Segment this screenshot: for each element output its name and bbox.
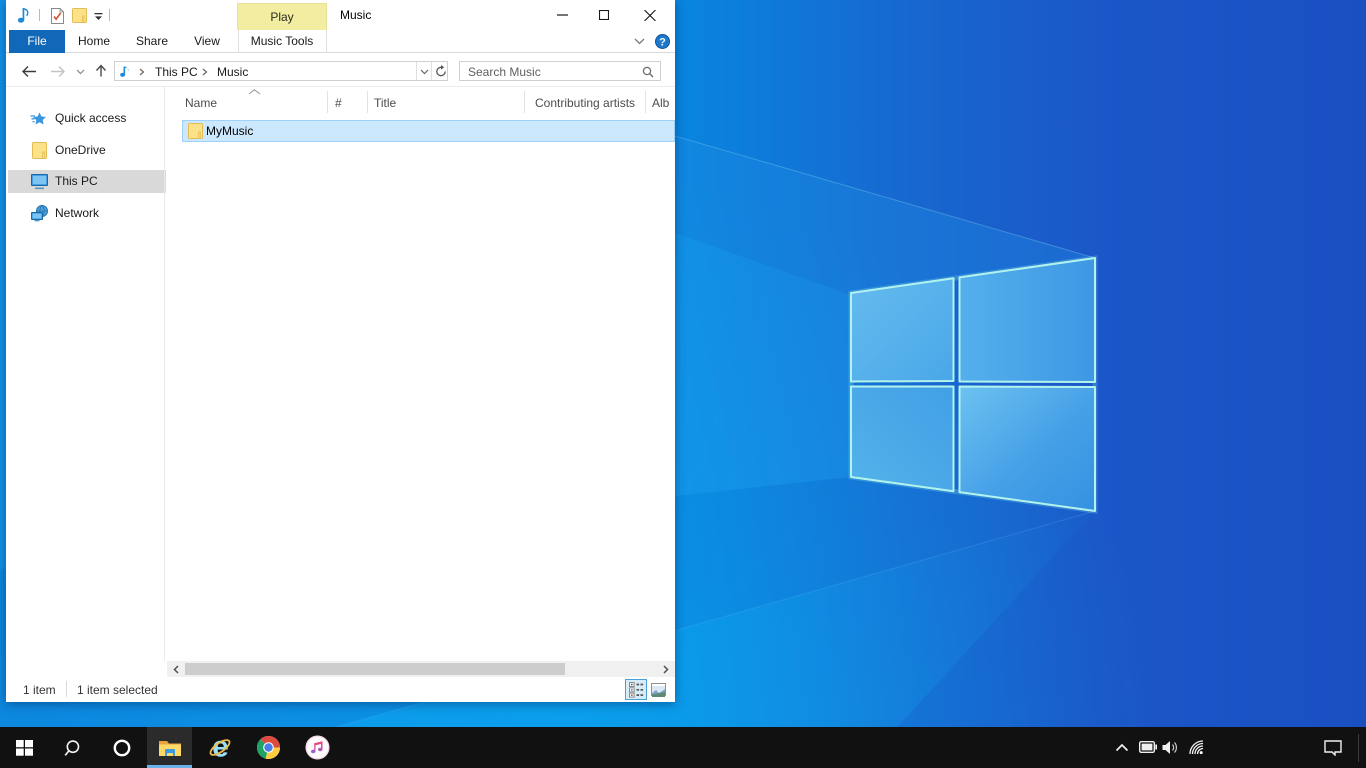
svg-text:?: ? [659,36,666,48]
